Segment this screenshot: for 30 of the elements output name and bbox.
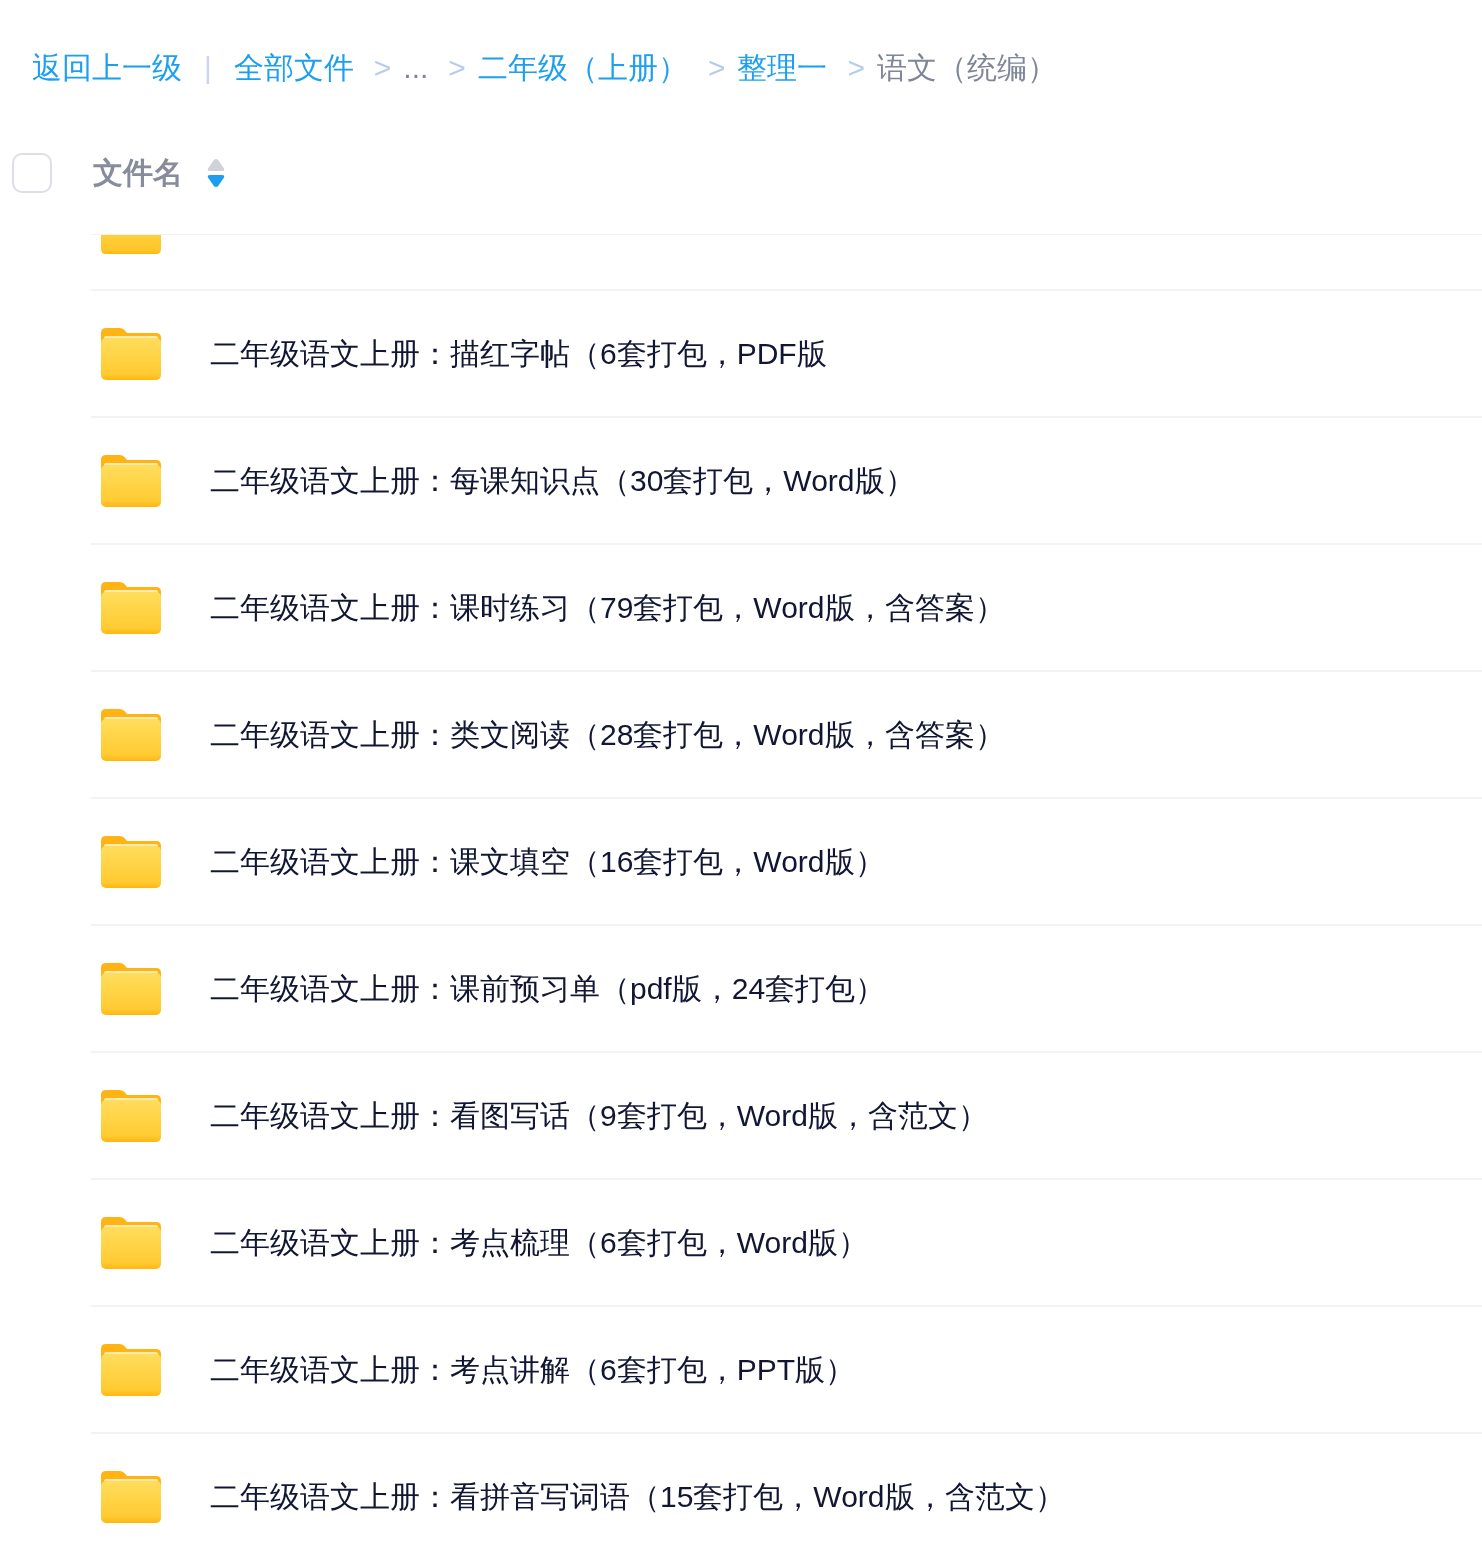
select-all-checkbox[interactable] xyxy=(12,153,52,193)
breadcrumb-current: 语文（统编） xyxy=(876,50,1057,86)
folder-icon xyxy=(101,708,161,761)
folder-icon xyxy=(101,835,161,888)
sort-icon[interactable] xyxy=(207,158,225,188)
folder-icon xyxy=(101,1470,161,1523)
folder-icon xyxy=(101,962,161,1015)
folder-icon xyxy=(101,327,161,380)
folder-icon xyxy=(101,235,161,254)
folder-icon xyxy=(101,1343,161,1396)
file-name[interactable]: 二年级语文上册：看拼音写词语（15套打包，Word版，含范文） xyxy=(210,1476,1065,1517)
breadcrumb-separator: > xyxy=(707,50,726,86)
file-name[interactable]: 二年级语文上册：考点讲解（6套打包，PPT版） xyxy=(210,1349,856,1390)
breadcrumb-separator: > xyxy=(847,50,865,86)
file-name[interactable]: 二年级语文上册：课前预习单（pdf版，24套打包） xyxy=(210,968,886,1009)
breadcrumb-divider: | xyxy=(204,50,212,86)
folder-icon xyxy=(101,1089,161,1142)
breadcrumb-separator: > xyxy=(448,50,466,86)
file-name[interactable]: 二年级语文上册：课文填空（16套打包，Word版） xyxy=(210,841,885,882)
folder-icon xyxy=(101,581,161,634)
file-name[interactable]: 二年级语文上册：描红字帖（6套打包，PDF版 xyxy=(210,333,827,374)
file-name[interactable]: 二年级语文上册：考点梳理（6套打包，Word版） xyxy=(210,1222,868,1263)
folder-icon xyxy=(101,454,161,507)
file-name[interactable]: 二年级语文上册：每课知识点（30套打包，Word版） xyxy=(210,460,915,501)
breadcrumb-ellipsis[interactable]: ... xyxy=(403,48,429,88)
file-name[interactable]: 二年级语文上册：课时练习（79套打包，Word版，含答案） xyxy=(210,587,1005,628)
file-name[interactable]: 二年级语文上册：看图写话（9套打包，Word版，含范文） xyxy=(210,1095,988,1136)
folder-icon xyxy=(101,1216,161,1269)
breadcrumb-separator: > xyxy=(373,50,392,86)
file-name[interactable]: 二年级语文上册：类文阅读（28套打包，Word版，含答案） xyxy=(210,714,1005,755)
